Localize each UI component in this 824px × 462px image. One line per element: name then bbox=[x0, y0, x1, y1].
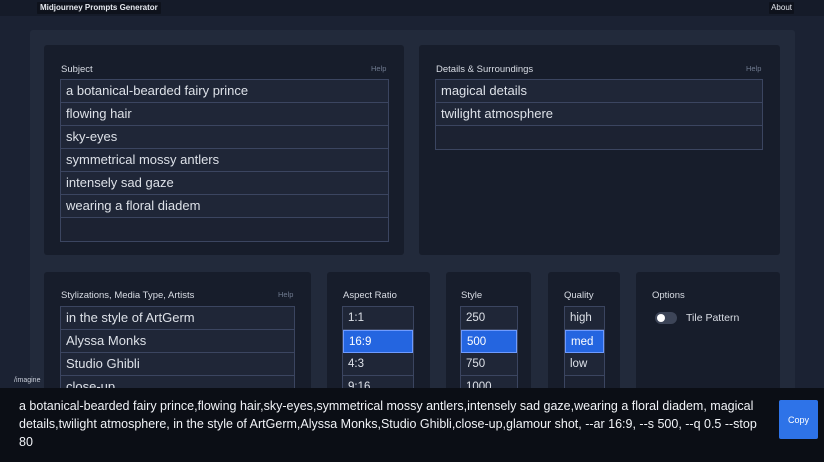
aspect-ratio-option[interactable]: 1:1 bbox=[343, 307, 413, 330]
subject-label: Subject bbox=[61, 64, 93, 75]
details-panel: Details & Surroundings Help magical deta… bbox=[419, 45, 780, 255]
subject-new-item[interactable] bbox=[61, 218, 388, 241]
stylization-item[interactable]: Studio Ghibli bbox=[61, 353, 294, 376]
subject-panel: Subject Help a botanical-bearded fairy p… bbox=[44, 45, 404, 255]
style-options: 250 500 750 1000 bbox=[460, 306, 518, 400]
quality-label: Quality bbox=[564, 290, 594, 301]
tile-pattern-toggle[interactable] bbox=[655, 312, 677, 324]
quality-option[interactable]: low bbox=[565, 353, 604, 376]
details-label: Details & Surroundings bbox=[436, 64, 534, 75]
style-option[interactable]: 750 bbox=[461, 353, 517, 376]
subject-item[interactable]: intensely sad gaze bbox=[61, 172, 388, 195]
quality-option[interactable]: high bbox=[565, 307, 604, 330]
style-option[interactable]: 250 bbox=[461, 307, 517, 330]
generated-prompt: a botanical-bearded fairy prince,flowing… bbox=[19, 399, 757, 449]
subject-item[interactable]: a botanical-bearded fairy prince bbox=[61, 80, 388, 103]
aspect-ratio-options: 1:1 16:9 4:3 9:16 bbox=[342, 306, 414, 400]
subject-item[interactable]: wearing a floral diadem bbox=[61, 195, 388, 218]
subject-help-link[interactable]: Help bbox=[371, 64, 386, 73]
stylization-item[interactable]: in the style of ArtGerm bbox=[61, 307, 294, 330]
subject-item[interactable]: flowing hair bbox=[61, 103, 388, 126]
stylizations-label: Stylizations, Media Type, Artists bbox=[61, 290, 195, 301]
details-item[interactable]: magical details bbox=[436, 80, 762, 103]
aspect-ratio-label: Aspect Ratio bbox=[343, 290, 397, 301]
toggle-knob bbox=[657, 314, 665, 322]
stylizations-list: in the style of ArtGerm Alyssa Monks Stu… bbox=[60, 306, 295, 400]
style-option-selected[interactable]: 500 bbox=[461, 330, 517, 353]
aspect-ratio-option[interactable]: 4:3 bbox=[343, 353, 413, 376]
about-link[interactable]: About bbox=[769, 2, 794, 14]
tile-pattern-label: Tile Pattern bbox=[686, 312, 740, 324]
quality-option-selected[interactable]: med bbox=[565, 330, 604, 353]
aspect-ratio-option-selected[interactable]: 16:9 bbox=[343, 330, 413, 353]
details-new-item[interactable] bbox=[436, 126, 762, 149]
subject-list: a botanical-bearded fairy prince flowing… bbox=[60, 79, 389, 242]
options-label: Options bbox=[652, 290, 685, 301]
imagine-label: /imagine bbox=[14, 377, 41, 384]
app-title[interactable]: Midjourney Prompts Generator bbox=[37, 2, 161, 14]
details-list: magical details twilight atmosphere bbox=[435, 79, 763, 150]
copy-button[interactable]: Copy bbox=[779, 400, 818, 439]
top-bar: Midjourney Prompts Generator About bbox=[0, 0, 824, 16]
subject-item[interactable]: sky-eyes bbox=[61, 126, 388, 149]
stylization-item[interactable]: Alyssa Monks bbox=[61, 330, 294, 353]
subject-item[interactable]: symmetrical mossy antlers bbox=[61, 149, 388, 172]
details-item[interactable]: twilight atmosphere bbox=[436, 103, 762, 126]
details-help-link[interactable]: Help bbox=[746, 64, 761, 73]
style-label: Style bbox=[461, 290, 483, 301]
quality-options: high med low bbox=[564, 306, 605, 400]
stylizations-help-link[interactable]: Help bbox=[278, 290, 293, 299]
